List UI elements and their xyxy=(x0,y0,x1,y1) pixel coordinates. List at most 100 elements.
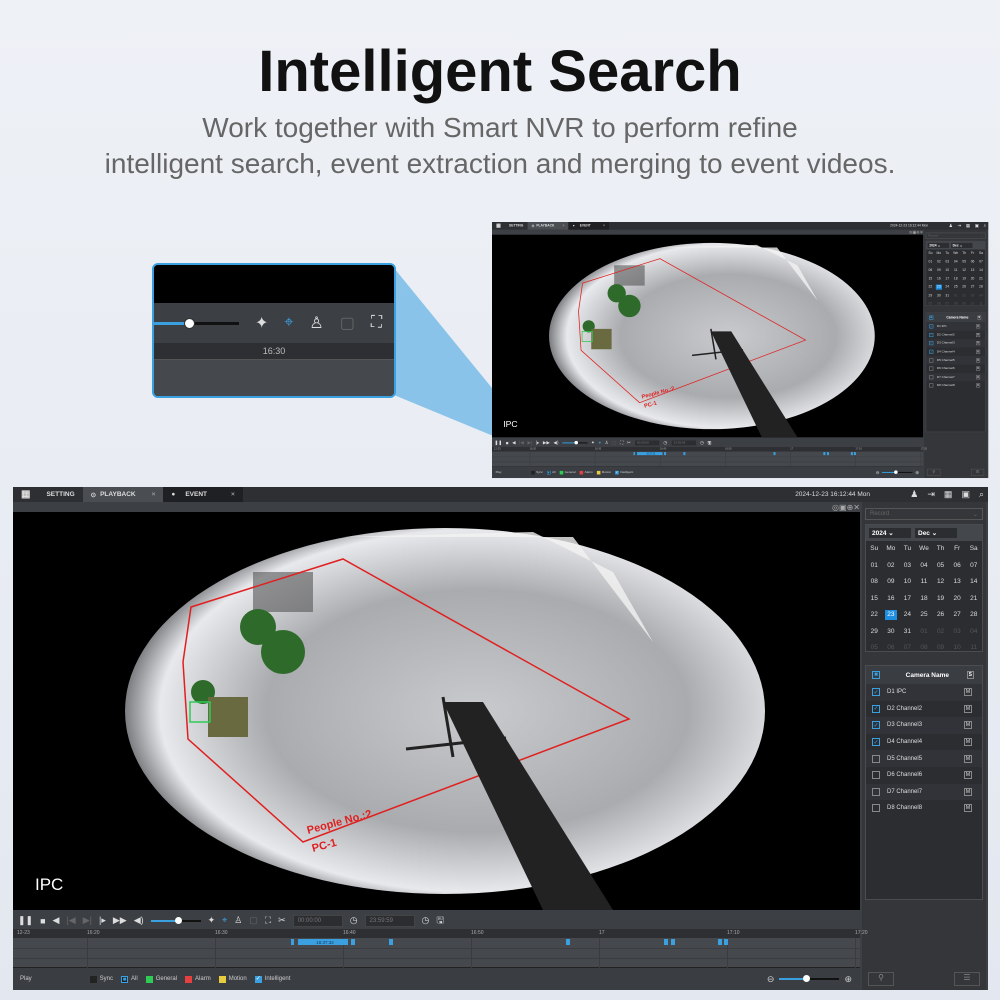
event-marker[interactable] xyxy=(854,452,857,456)
event-marker[interactable] xyxy=(718,939,722,945)
main-stream-button[interactable]: M xyxy=(975,341,981,346)
camera-checkbox[interactable]: ✓ xyxy=(929,332,934,337)
camera-checkbox[interactable] xyxy=(872,787,880,796)
legend-checkbox[interactable] xyxy=(531,470,535,475)
camera-checkbox[interactable]: ✓ xyxy=(872,738,880,747)
legend-item[interactable]: Motion xyxy=(218,975,247,983)
camera-checkbox[interactable] xyxy=(929,366,934,371)
camera-checkbox[interactable]: ✓ xyxy=(929,341,934,346)
camera-row[interactable]: D8 Channel8 M xyxy=(926,381,985,389)
camera-checkbox[interactable]: ✓ xyxy=(872,721,880,730)
tab-setting[interactable]: SETTING xyxy=(38,487,82,502)
timeline-ruler[interactable]: 12-23 16:20 16:30 16:40 16:50 17 17:10 17:20 xyxy=(13,929,868,938)
camera-row[interactable]: ✓ D4 Channel4 M xyxy=(866,734,982,751)
calendar-day[interactable]: 09 xyxy=(883,574,900,591)
main-stream-button[interactable]: M xyxy=(975,383,981,388)
calendar-day[interactable]: 15 xyxy=(926,275,934,283)
reverse-icon[interactable]: ◀ xyxy=(512,440,516,446)
video-tools[interactable]: ◎▣⊕✕ xyxy=(832,503,860,512)
calendar-day[interactable]: 10 xyxy=(899,574,916,591)
timeline-zoom-slider[interactable] xyxy=(882,470,913,474)
monitor-icon[interactable]: ▣ xyxy=(975,223,979,229)
tag-icon[interactable]: ▢ xyxy=(612,440,616,446)
tab-setting[interactable]: SETTING xyxy=(505,222,527,230)
volume-slider[interactable] xyxy=(562,440,588,445)
end-time-field[interactable]: 23:59:59 xyxy=(670,439,697,446)
main-stream-button[interactable]: M xyxy=(963,804,972,813)
legend-item[interactable]: ✓ Intelligent xyxy=(615,470,633,475)
main-stream-button[interactable]: M xyxy=(963,738,972,747)
record-type-select[interactable]: Record ⌄ xyxy=(925,232,986,239)
select-all-checkbox[interactable]: ■ xyxy=(872,671,880,679)
calendar-day[interactable]: 26 xyxy=(960,283,968,291)
event-marker[interactable] xyxy=(290,939,295,945)
calendar-day[interactable]: 14 xyxy=(977,266,985,274)
calendar-day[interactable]: 04 xyxy=(977,291,985,299)
monitor-icon[interactable]: ▣ xyxy=(961,489,970,500)
calendar-day[interactable]: 26 xyxy=(932,607,949,624)
timeline-tracks[interactable]: 16:37:32 xyxy=(13,938,860,968)
legend-checkbox[interactable]: ■ xyxy=(546,470,551,475)
calendar-day[interactable]: 02 xyxy=(883,558,900,575)
calendar-day[interactable]: 20 xyxy=(968,275,976,283)
save-icon[interactable]: 🖫 xyxy=(436,913,444,929)
calendar-day[interactable]: 17 xyxy=(899,591,916,608)
calendar-day[interactable]: 09 xyxy=(960,300,968,308)
legend-checkbox[interactable] xyxy=(218,975,226,983)
legend-checkbox[interactable]: ✓ xyxy=(615,470,619,475)
calendar-day[interactable]: 17 xyxy=(943,275,951,283)
calendar-day[interactable]: 04 xyxy=(951,258,959,266)
camera-row[interactable]: D7 Channel7 M xyxy=(926,372,986,382)
legend-item[interactable]: Sync xyxy=(531,470,543,475)
clock-icon[interactable]: ◷ xyxy=(663,440,667,446)
header-button[interactable]: S xyxy=(966,671,974,679)
close-icon[interactable]: × xyxy=(152,491,156,498)
calendar-day[interactable]: 16 xyxy=(935,275,943,283)
legend-checkbox[interactable]: ■ xyxy=(121,975,129,983)
legend-item[interactable]: Alarm xyxy=(579,470,593,475)
event-marker[interactable] xyxy=(565,939,570,945)
legend-checkbox[interactable] xyxy=(185,975,193,983)
camera-checkbox[interactable] xyxy=(872,771,880,780)
header-button[interactable]: S xyxy=(977,315,982,320)
calendar-day[interactable]: 12 xyxy=(960,266,968,274)
camera-checkbox[interactable]: ✓ xyxy=(872,688,880,697)
calendar-day[interactable]: 11 xyxy=(965,640,982,657)
main-stream-button[interactable]: M xyxy=(963,721,972,730)
pin-icon[interactable]: ✦ xyxy=(208,915,216,926)
calendar-day[interactable]: 02 xyxy=(960,291,968,299)
calendar-day[interactable]: 01 xyxy=(916,624,933,641)
calendar-day[interactable]: 07 xyxy=(899,640,916,657)
select-all-checkbox[interactable]: ■ xyxy=(929,315,934,320)
pause-icon[interactable]: ❚❚ xyxy=(18,915,33,926)
zoom-in-icon[interactable]: ⊕ xyxy=(844,974,852,985)
calendar-day[interactable]: 23 xyxy=(935,284,943,290)
search-icon[interactable]: ⌕ xyxy=(979,489,984,500)
person-icon[interactable]: ♙ xyxy=(234,915,242,926)
calendar-day[interactable]: 07 xyxy=(943,300,951,308)
save-icon[interactable]: 🖫 xyxy=(708,439,712,447)
camera-row[interactable]: D5 Channel5 M xyxy=(866,750,982,767)
stop-icon[interactable]: ■ xyxy=(40,916,45,926)
volume-slider[interactable] xyxy=(150,916,201,924)
calendar-day[interactable]: 29 xyxy=(866,624,883,641)
layout-icon[interactable]: ▦ xyxy=(944,489,953,500)
event-marker[interactable] xyxy=(350,939,355,945)
fullscreen-icon[interactable]: ⛶ xyxy=(265,915,271,926)
legend-item[interactable]: General xyxy=(559,470,575,475)
camera-row[interactable]: ✓ D3 Channel3 M xyxy=(866,717,982,734)
calendar-day[interactable]: 18 xyxy=(951,275,959,283)
calendar-day[interactable]: 10 xyxy=(943,266,951,274)
calendar-day[interactable]: 22 xyxy=(866,607,883,624)
smart-search-button[interactable]: ⚲ xyxy=(868,972,894,986)
calendar-day[interactable]: 11 xyxy=(977,300,985,308)
camera-row[interactable]: ✓ D1 IPC M xyxy=(926,322,986,331)
camera-row[interactable]: D6 Channel6 M xyxy=(866,767,982,784)
event-marker[interactable] xyxy=(663,452,666,456)
calendar-day[interactable]: 03 xyxy=(899,558,916,575)
main-stream-button[interactable]: M xyxy=(963,771,972,780)
camera-checkbox[interactable]: ✓ xyxy=(929,349,934,354)
calendar-day[interactable]: 10 xyxy=(949,640,966,657)
camera-row[interactable]: ✓ D1 IPC M xyxy=(866,684,982,701)
fullscreen-icon[interactable]: ⛶ xyxy=(620,440,623,446)
